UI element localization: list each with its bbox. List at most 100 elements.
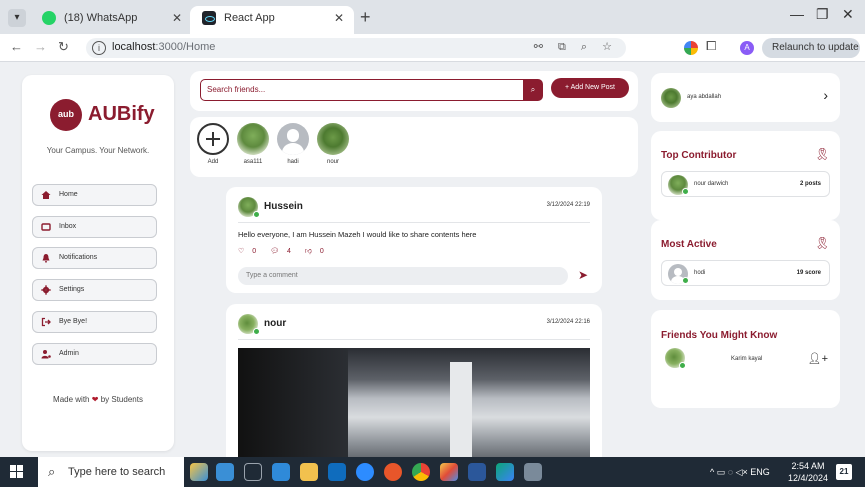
app-icon[interactable] <box>216 463 234 481</box>
leaderboard-row[interactable]: hodi 19 score <box>661 260 830 286</box>
word-icon[interactable] <box>468 463 486 481</box>
close-tab-icon[interactable]: ✕ <box>334 6 344 30</box>
windows-start-icon[interactable] <box>10 465 24 479</box>
inbox-icon <box>41 223 51 231</box>
add-friend-icon[interactable]: 👤︎+ <box>808 352 828 365</box>
sidebar-item-home[interactable]: Home <box>32 184 157 206</box>
online-status-dot <box>682 188 689 195</box>
add-new-post-button[interactable]: + Add New Post <box>551 78 629 98</box>
close-tab-icon[interactable]: ✕ <box>172 6 182 30</box>
chevron-right-icon[interactable]: › <box>823 87 828 103</box>
notifications-badge[interactable]: 21 <box>836 464 852 480</box>
post-image[interactable] <box>238 348 590 457</box>
outlook-icon[interactable] <box>328 463 346 481</box>
online-status-dot <box>679 362 686 369</box>
friend-name: asa111 <box>243 159 263 165</box>
friends-strip: Add asa111 hadi nour <box>190 117 638 177</box>
online-status-dot <box>253 328 260 335</box>
back-arrow-icon[interactable]: ← <box>10 39 23 54</box>
post-author[interactable]: Hussein <box>264 201 303 212</box>
address-bar-row: ← → ↻ i localhost:3000/Home ⚯ ⧉ ⌕ ☆ ⧠ A … <box>0 34 865 73</box>
url-input[interactable]: i localhost:3000/Home ⚯ ⧉ ⌕ ☆ <box>86 38 626 58</box>
sidebar-item-settings[interactable]: Settings <box>32 279 157 301</box>
friend-avatar <box>237 123 269 155</box>
taskbar: ⌕ Type here to search ^ ▭ ◌ ◁× ENG 2:54 … <box>0 457 865 487</box>
language-indicator[interactable]: ENG <box>750 467 770 477</box>
tagline: Your Campus. Your Network. <box>46 146 150 155</box>
user-name: aya abdallah <box>687 94 722 100</box>
sidebar-item-notifications[interactable]: Notifications <box>32 247 157 269</box>
thumbs-down-icon: 👎︎ <box>304 248 312 255</box>
send-icon[interactable]: ➤ <box>578 268 588 282</box>
tab-whatsapp[interactable]: (18) WhatsApp ✕ <box>30 6 192 34</box>
forward-arrow-icon[interactable]: → <box>34 39 47 54</box>
search-icon: ⌕ <box>48 464 56 479</box>
clock[interactable]: 2:54 AM 12/4/2024 <box>786 460 830 484</box>
post-reactions: ♡ 0 💬︎ 4 👎︎ 0 <box>238 246 336 255</box>
like-button[interactable]: ♡ 0 <box>238 248 262 255</box>
edge-icon[interactable] <box>496 463 514 481</box>
friend-name: hadi <box>287 159 299 165</box>
award-icon: 🎗︎ <box>814 236 830 250</box>
tab-react-app[interactable]: React App ✕ <box>190 6 354 34</box>
post-date: 3/12/2024 22:19 <box>546 202 590 208</box>
post-count: 2 posts <box>799 181 821 187</box>
app-icon[interactable] <box>524 463 542 481</box>
logout-icon <box>41 317 51 327</box>
search-button[interactable]: ⌕ <box>523 79 543 101</box>
relaunch-button[interactable]: Relaunch to update ⋮ <box>762 38 860 73</box>
comment-input[interactable]: Type a comment <box>238 267 568 285</box>
profile-avatar[interactable]: A <box>740 41 754 55</box>
friend-name: nour <box>326 159 339 165</box>
friends-you-might-know-card: Friends You Might Know Karim kayal 👤︎+ <box>651 310 840 408</box>
bell-icon <box>42 254 50 263</box>
current-user-card[interactable]: aya abdallah › <box>651 73 840 122</box>
divider <box>238 339 590 340</box>
file-explorer-icon[interactable] <box>300 463 318 481</box>
online-status-dot <box>253 211 260 218</box>
post-author[interactable]: nour <box>264 318 286 329</box>
sidebar-item-logout[interactable]: Bye Bye! <box>32 311 157 333</box>
task-view-icon[interactable] <box>244 463 262 481</box>
heart-icon: ❤ <box>91 395 99 404</box>
friend-avatar <box>317 123 349 155</box>
site-info-icon[interactable]: i <box>92 41 106 55</box>
url-text: localhost:3000/Home <box>112 41 216 53</box>
post-card: Hussein 3/12/2024 22:19 Hello everyone, … <box>226 187 602 293</box>
search-friends-input[interactable]: Search friends... <box>200 79 538 101</box>
sidebar-item-inbox[interactable]: Inbox <box>32 216 157 238</box>
leaderboard-row[interactable]: nour darwich 2 posts <box>661 171 830 197</box>
award-icon: 🎗︎ <box>814 147 830 161</box>
app-icon[interactable] <box>384 463 402 481</box>
top-contributor-card: Top Contributor 🎗︎ nour darwich 2 posts <box>651 131 840 220</box>
chrome-icon[interactable] <box>412 463 430 481</box>
dislike-button[interactable]: 👎︎ 0 <box>305 248 330 255</box>
friend-item[interactable]: hadi <box>276 123 310 165</box>
sidebar-item-label: Home <box>59 191 78 198</box>
omnibox-action-icons[interactable]: ⚯ ⧉ ⌕ ☆ <box>534 40 618 54</box>
extensions-puzzle-icon[interactable]: ⧠ <box>706 38 716 54</box>
tab-search-menu-button[interactable]: ▾ <box>8 9 26 27</box>
new-tab-button[interactable]: + <box>360 7 371 28</box>
sidebar: aub AUBify Your Campus. Your Network. Ho… <box>22 75 174 451</box>
card-title: Most Active <box>661 239 717 250</box>
window-close-button[interactable]: ✕ <box>842 6 854 23</box>
browser-tab-bar: ▾ (18) WhatsApp ✕ React App ✕ + — ❐ ✕ <box>0 0 865 34</box>
app-icon[interactable] <box>440 463 458 481</box>
sidebar-item-admin[interactable]: Admin <box>32 343 157 365</box>
friend-item[interactable]: nour <box>316 123 350 165</box>
system-tray[interactable]: ^ ▭ ◌ ◁× ENG <box>710 467 770 478</box>
app-icon[interactable] <box>190 463 208 481</box>
vscode-icon[interactable] <box>272 463 290 481</box>
minimize-button[interactable]: — <box>790 6 804 22</box>
sidebar-item-label: Inbox <box>59 223 77 230</box>
friend-item[interactable]: asa111 <box>236 123 270 165</box>
sidebar-item-label: Bye Bye! <box>59 318 88 325</box>
zoom-icon[interactable] <box>356 463 374 481</box>
restore-button[interactable]: ❐ <box>816 6 829 23</box>
reload-icon[interactable]: ↻ <box>58 39 69 55</box>
comment-button[interactable]: 💬︎ 4 <box>270 248 297 255</box>
add-friend-item[interactable]: Add <box>196 123 230 165</box>
taskbar-search-input[interactable]: ⌕ Type here to search <box>38 457 184 487</box>
extension-icon[interactable] <box>684 41 698 55</box>
